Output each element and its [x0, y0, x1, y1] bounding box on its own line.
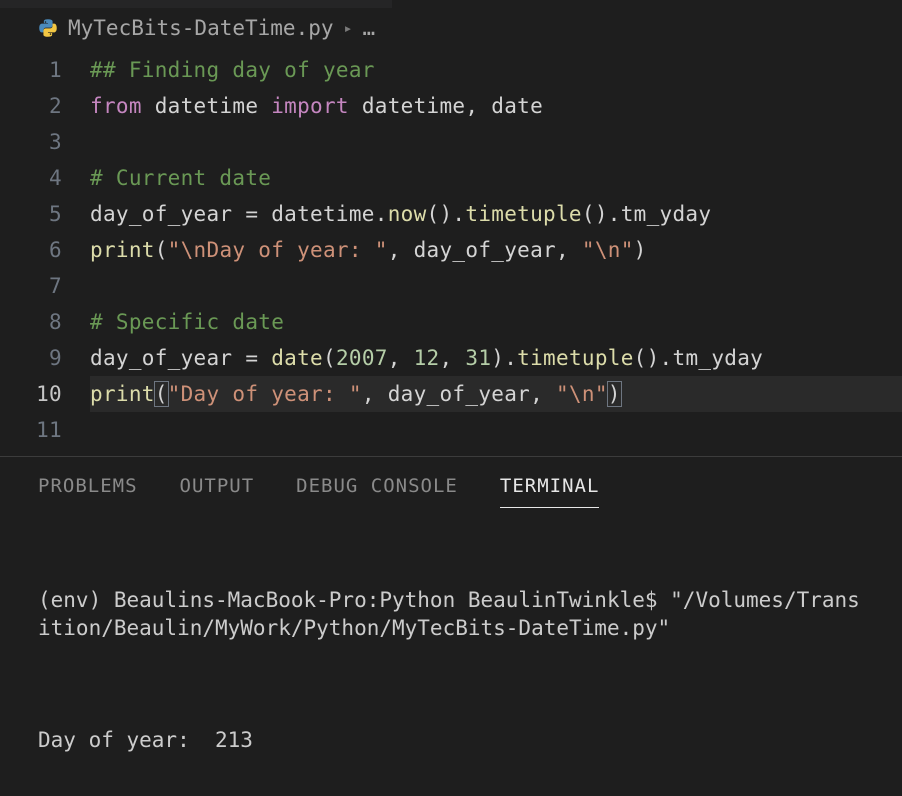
code-token: date [271, 346, 323, 370]
bracket-highlight: ) [607, 381, 622, 407]
bracket-highlight: ( [154, 381, 169, 407]
code-token: , day_of_year, [388, 238, 582, 262]
code-token: datetime [142, 94, 271, 118]
terminal-output[interactable]: (env) Beaulins-MacBook-Pro:Python Beauli… [0, 516, 902, 796]
tab-terminal[interactable]: TERMINAL [500, 475, 600, 508]
breadcrumb[interactable]: MyTecBits-DateTime.py ▸ … [0, 8, 902, 52]
code-token: import [271, 94, 349, 118]
code-token: 2007 [336, 346, 388, 370]
code-token: (). [427, 202, 466, 226]
code-token: day_of_year = datetime. [90, 202, 388, 226]
code-line[interactable]: 9 day_of_year = date(2007, 12, 31).timet… [0, 340, 902, 376]
code-line[interactable]: 3 [0, 124, 902, 160]
line-number: 5 [0, 196, 90, 232]
code-token: ) [634, 238, 647, 262]
code-token: ). [491, 346, 517, 370]
line-number: 10 [0, 376, 90, 412]
tab-bar [0, 0, 902, 8]
line-number: 9 [0, 340, 90, 376]
code-token: ().tm_yday [634, 346, 763, 370]
code-token: , day_of_year, [362, 382, 556, 406]
code-token: datetime, date [349, 94, 543, 118]
code-token: "\nDay of year: " [168, 238, 388, 262]
code-line[interactable]: 6 print("\nDay of year: ", day_of_year, … [0, 232, 902, 268]
breadcrumb-ellipsis[interactable]: … [363, 16, 376, 40]
line-number: 7 [0, 268, 90, 304]
code-line[interactable]: 2 from datetime import datetime, date [0, 88, 902, 124]
code-line[interactable]: 7 [0, 268, 902, 304]
line-number: 11 [0, 412, 90, 448]
line-number: 1 [0, 52, 90, 88]
code-token: ## Finding day of year [90, 58, 375, 82]
code-token: from [90, 94, 142, 118]
line-number: 6 [0, 232, 90, 268]
chevron-right-icon: ▸ [344, 19, 353, 37]
terminal-line: Day of year: 213 [38, 726, 864, 754]
code-token: "Day of year: " [168, 382, 362, 406]
tab-output[interactable]: OUTPUT [180, 475, 255, 508]
code-token: ( [323, 346, 336, 370]
code-line[interactable]: 11 [0, 412, 902, 448]
line-number: 3 [0, 124, 90, 160]
code-token: print [90, 238, 155, 262]
line-number: 2 [0, 88, 90, 124]
code-token: print [90, 382, 155, 406]
code-token: day_of_year = [90, 346, 271, 370]
tab-debug-console[interactable]: DEBUG CONSOLE [296, 475, 458, 508]
line-number: 8 [0, 304, 90, 340]
breadcrumb-filename[interactable]: MyTecBits-DateTime.py [68, 16, 334, 40]
code-token: ().tm_yday [582, 202, 711, 226]
code-token: ( [155, 238, 168, 262]
code-editor[interactable]: 1 ## Finding day of year 2 from datetime… [0, 52, 902, 448]
code-token: "\n" [582, 238, 634, 262]
code-token: 31 [465, 346, 491, 370]
code-token: now [388, 202, 427, 226]
bottom-panel: PROBLEMS OUTPUT DEBUG CONSOLE TERMINAL (… [0, 456, 902, 796]
code-token: timetuple [517, 346, 634, 370]
panel-tabs: PROBLEMS OUTPUT DEBUG CONSOLE TERMINAL [0, 457, 902, 516]
code-token: , [388, 346, 414, 370]
code-token: "\n" [556, 382, 608, 406]
code-token: # Specific date [90, 310, 284, 334]
code-token: # Current date [90, 166, 271, 190]
code-line[interactable]: 1 ## Finding day of year [0, 52, 902, 88]
code-token: timetuple [465, 202, 582, 226]
active-tab-region [392, 0, 902, 8]
python-icon [38, 18, 58, 38]
tab-spacer [0, 0, 392, 8]
code-line[interactable]: 10 print("Day of year: ", day_of_year, "… [0, 376, 902, 412]
tab-problems[interactable]: PROBLEMS [38, 475, 138, 508]
code-line[interactable]: 4 # Current date [0, 160, 902, 196]
line-number: 4 [0, 160, 90, 196]
code-line[interactable]: 8 # Specific date [0, 304, 902, 340]
code-token: , [440, 346, 466, 370]
terminal-line: (env) Beaulins-MacBook-Pro:Python Beauli… [38, 586, 864, 642]
code-line[interactable]: 5 day_of_year = datetime.now().timetuple… [0, 196, 902, 232]
code-token: 12 [414, 346, 440, 370]
